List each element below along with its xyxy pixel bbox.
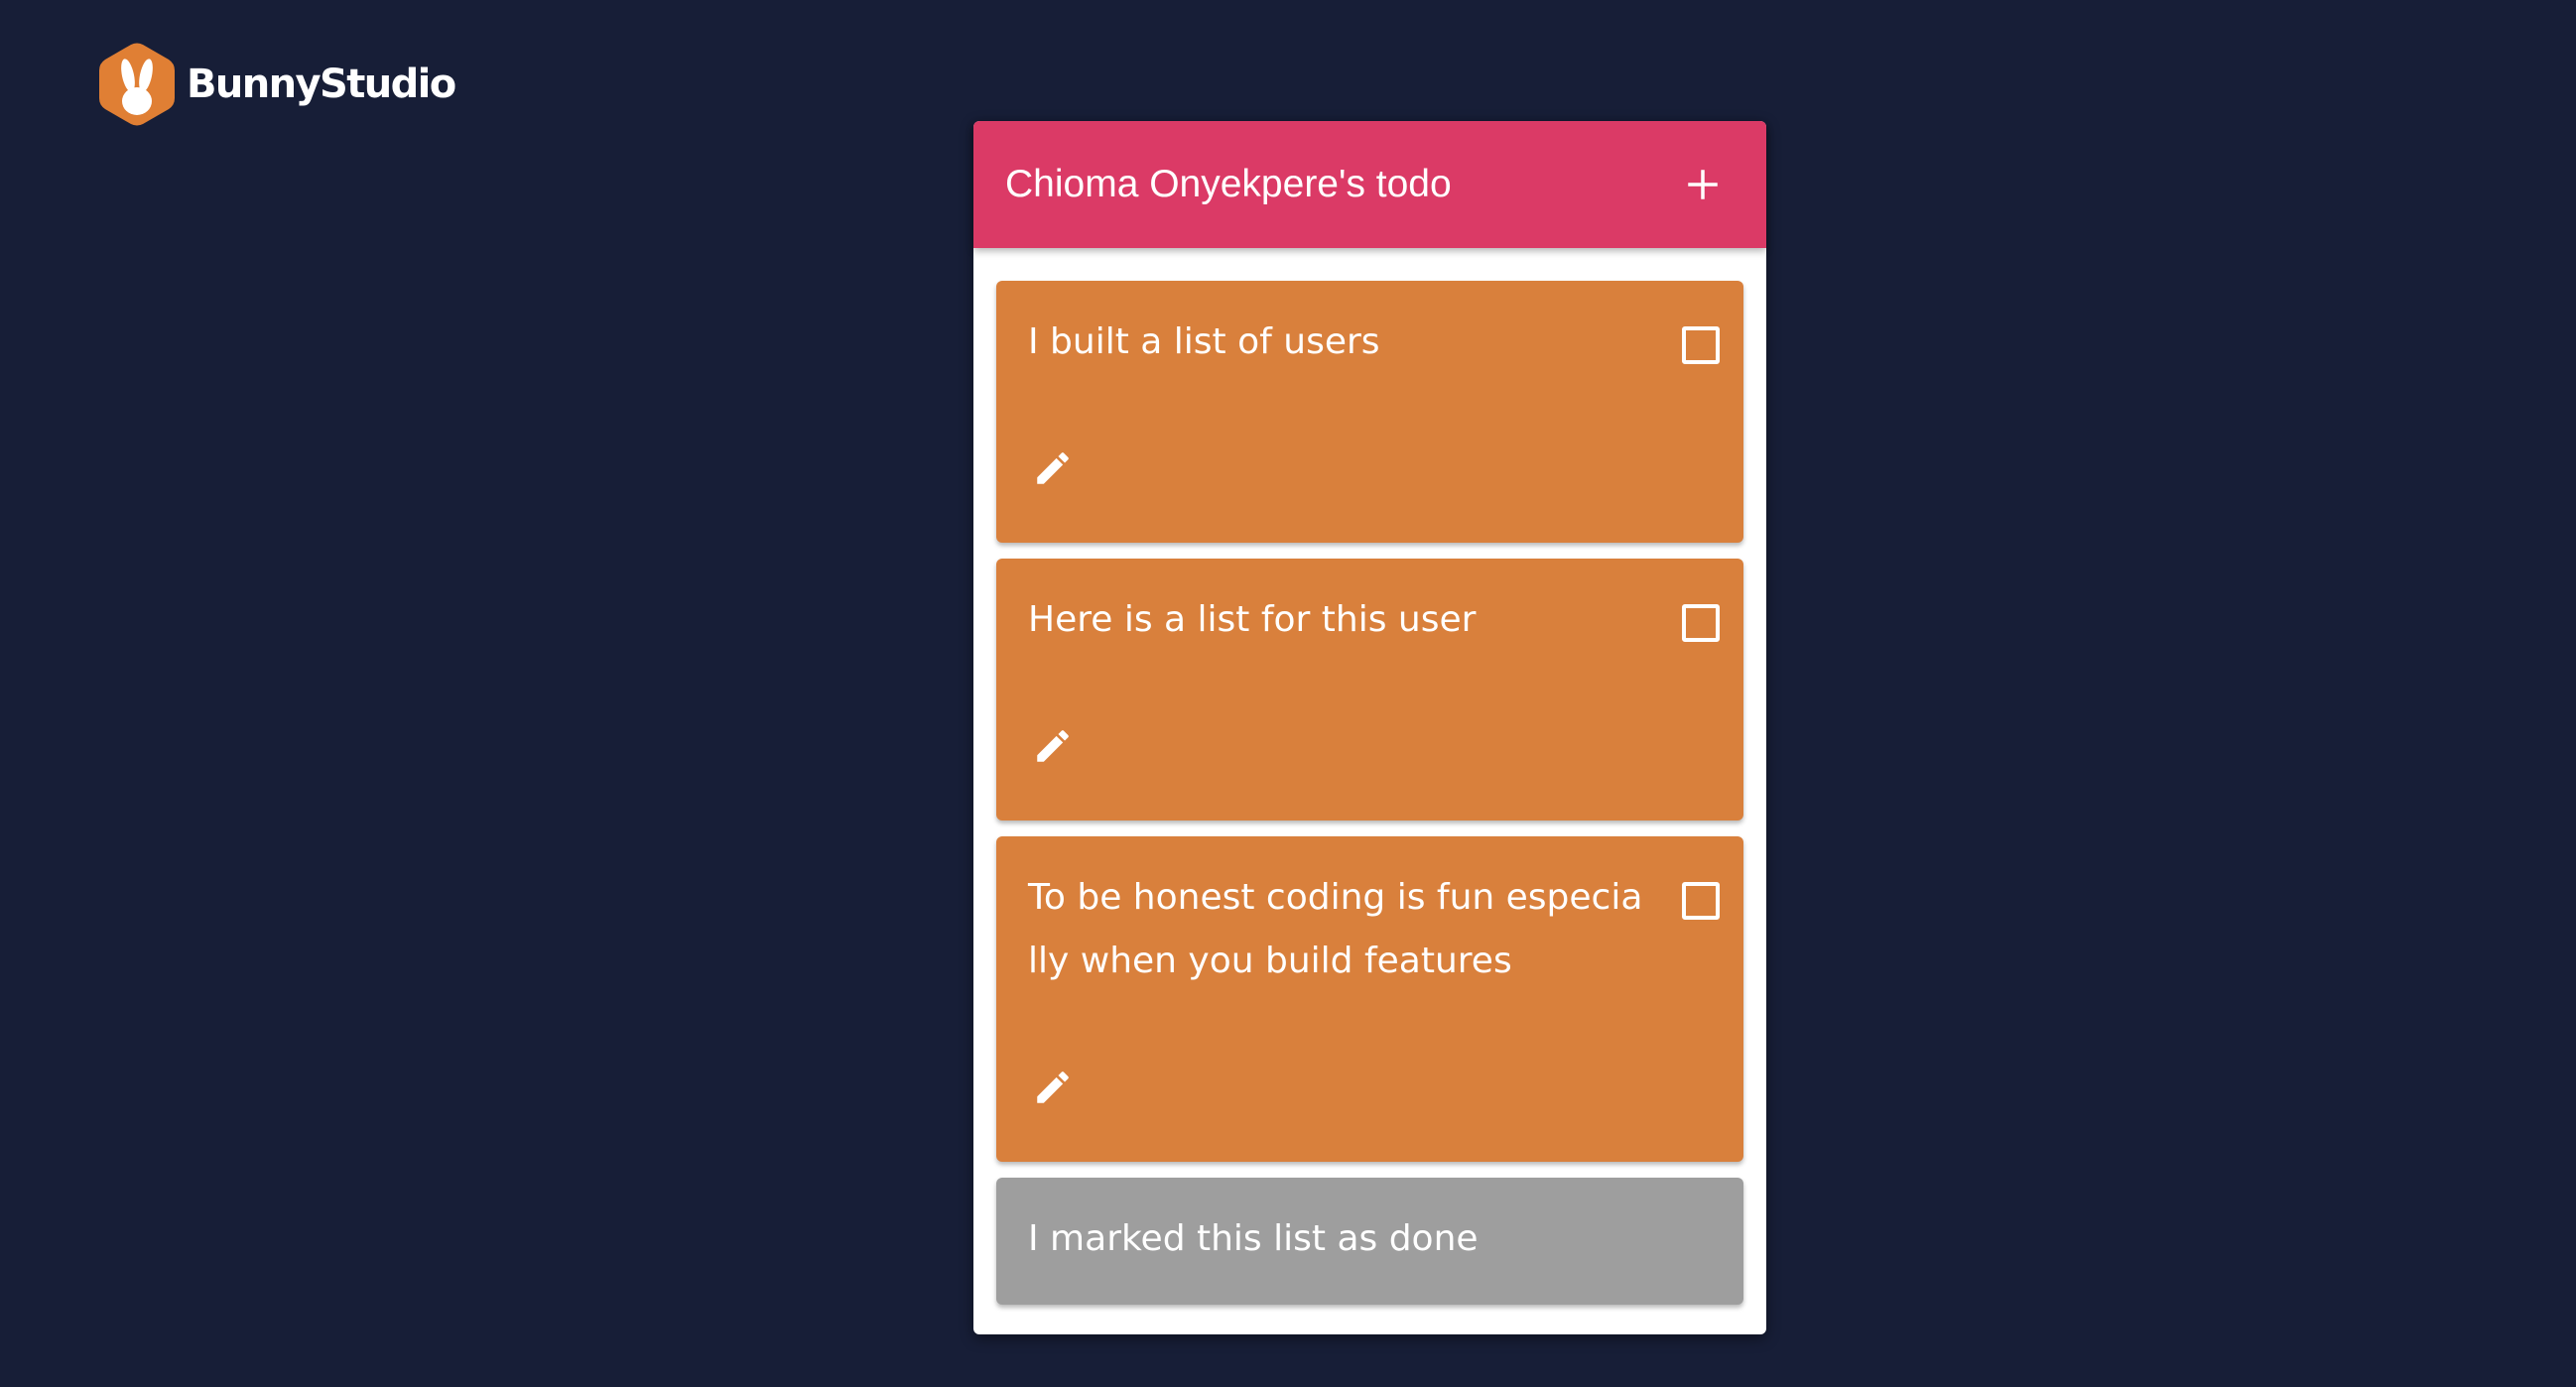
plus-icon bbox=[1679, 161, 1727, 208]
todo-item-checkbox[interactable] bbox=[1682, 326, 1720, 364]
add-todo-button[interactable] bbox=[1679, 161, 1727, 208]
bunny-logo-icon bbox=[97, 42, 177, 127]
todo-item-done: I marked this list as done bbox=[996, 1178, 1743, 1305]
todo-item-text: Here is a list for this user bbox=[1028, 599, 1477, 640]
pencil-icon bbox=[1032, 725, 1074, 767]
todo-header: Chioma Onyekpere's todo bbox=[973, 121, 1766, 248]
todo-item-checkbox[interactable] bbox=[1682, 882, 1720, 920]
todo-title: Chioma Onyekpere's todo bbox=[1005, 163, 1452, 205]
todo-item: I built a list of users bbox=[996, 281, 1743, 543]
edit-item-button[interactable] bbox=[1032, 1067, 1074, 1108]
todo-item-text: I built a list of users bbox=[1028, 321, 1380, 362]
edit-item-button[interactable] bbox=[1032, 725, 1074, 767]
pencil-icon bbox=[1032, 447, 1074, 489]
todo-item: Here is a list for this user bbox=[996, 559, 1743, 820]
todo-panel: Chioma Onyekpere's todo I built a list o… bbox=[973, 121, 1766, 1334]
brand-logo[interactable]: BunnyStudio bbox=[97, 42, 456, 127]
todo-item-text: I marked this list as done bbox=[1028, 1218, 1479, 1259]
todo-item-text: To be honest coding is fun especially wh… bbox=[1028, 877, 1643, 981]
brand-name: BunnyStudio bbox=[187, 62, 456, 107]
todo-item: To be honest coding is fun especially wh… bbox=[996, 836, 1743, 1162]
edit-item-button[interactable] bbox=[1032, 447, 1074, 489]
pencil-icon bbox=[1032, 1067, 1074, 1108]
todo-item-checkbox[interactable] bbox=[1682, 604, 1720, 642]
